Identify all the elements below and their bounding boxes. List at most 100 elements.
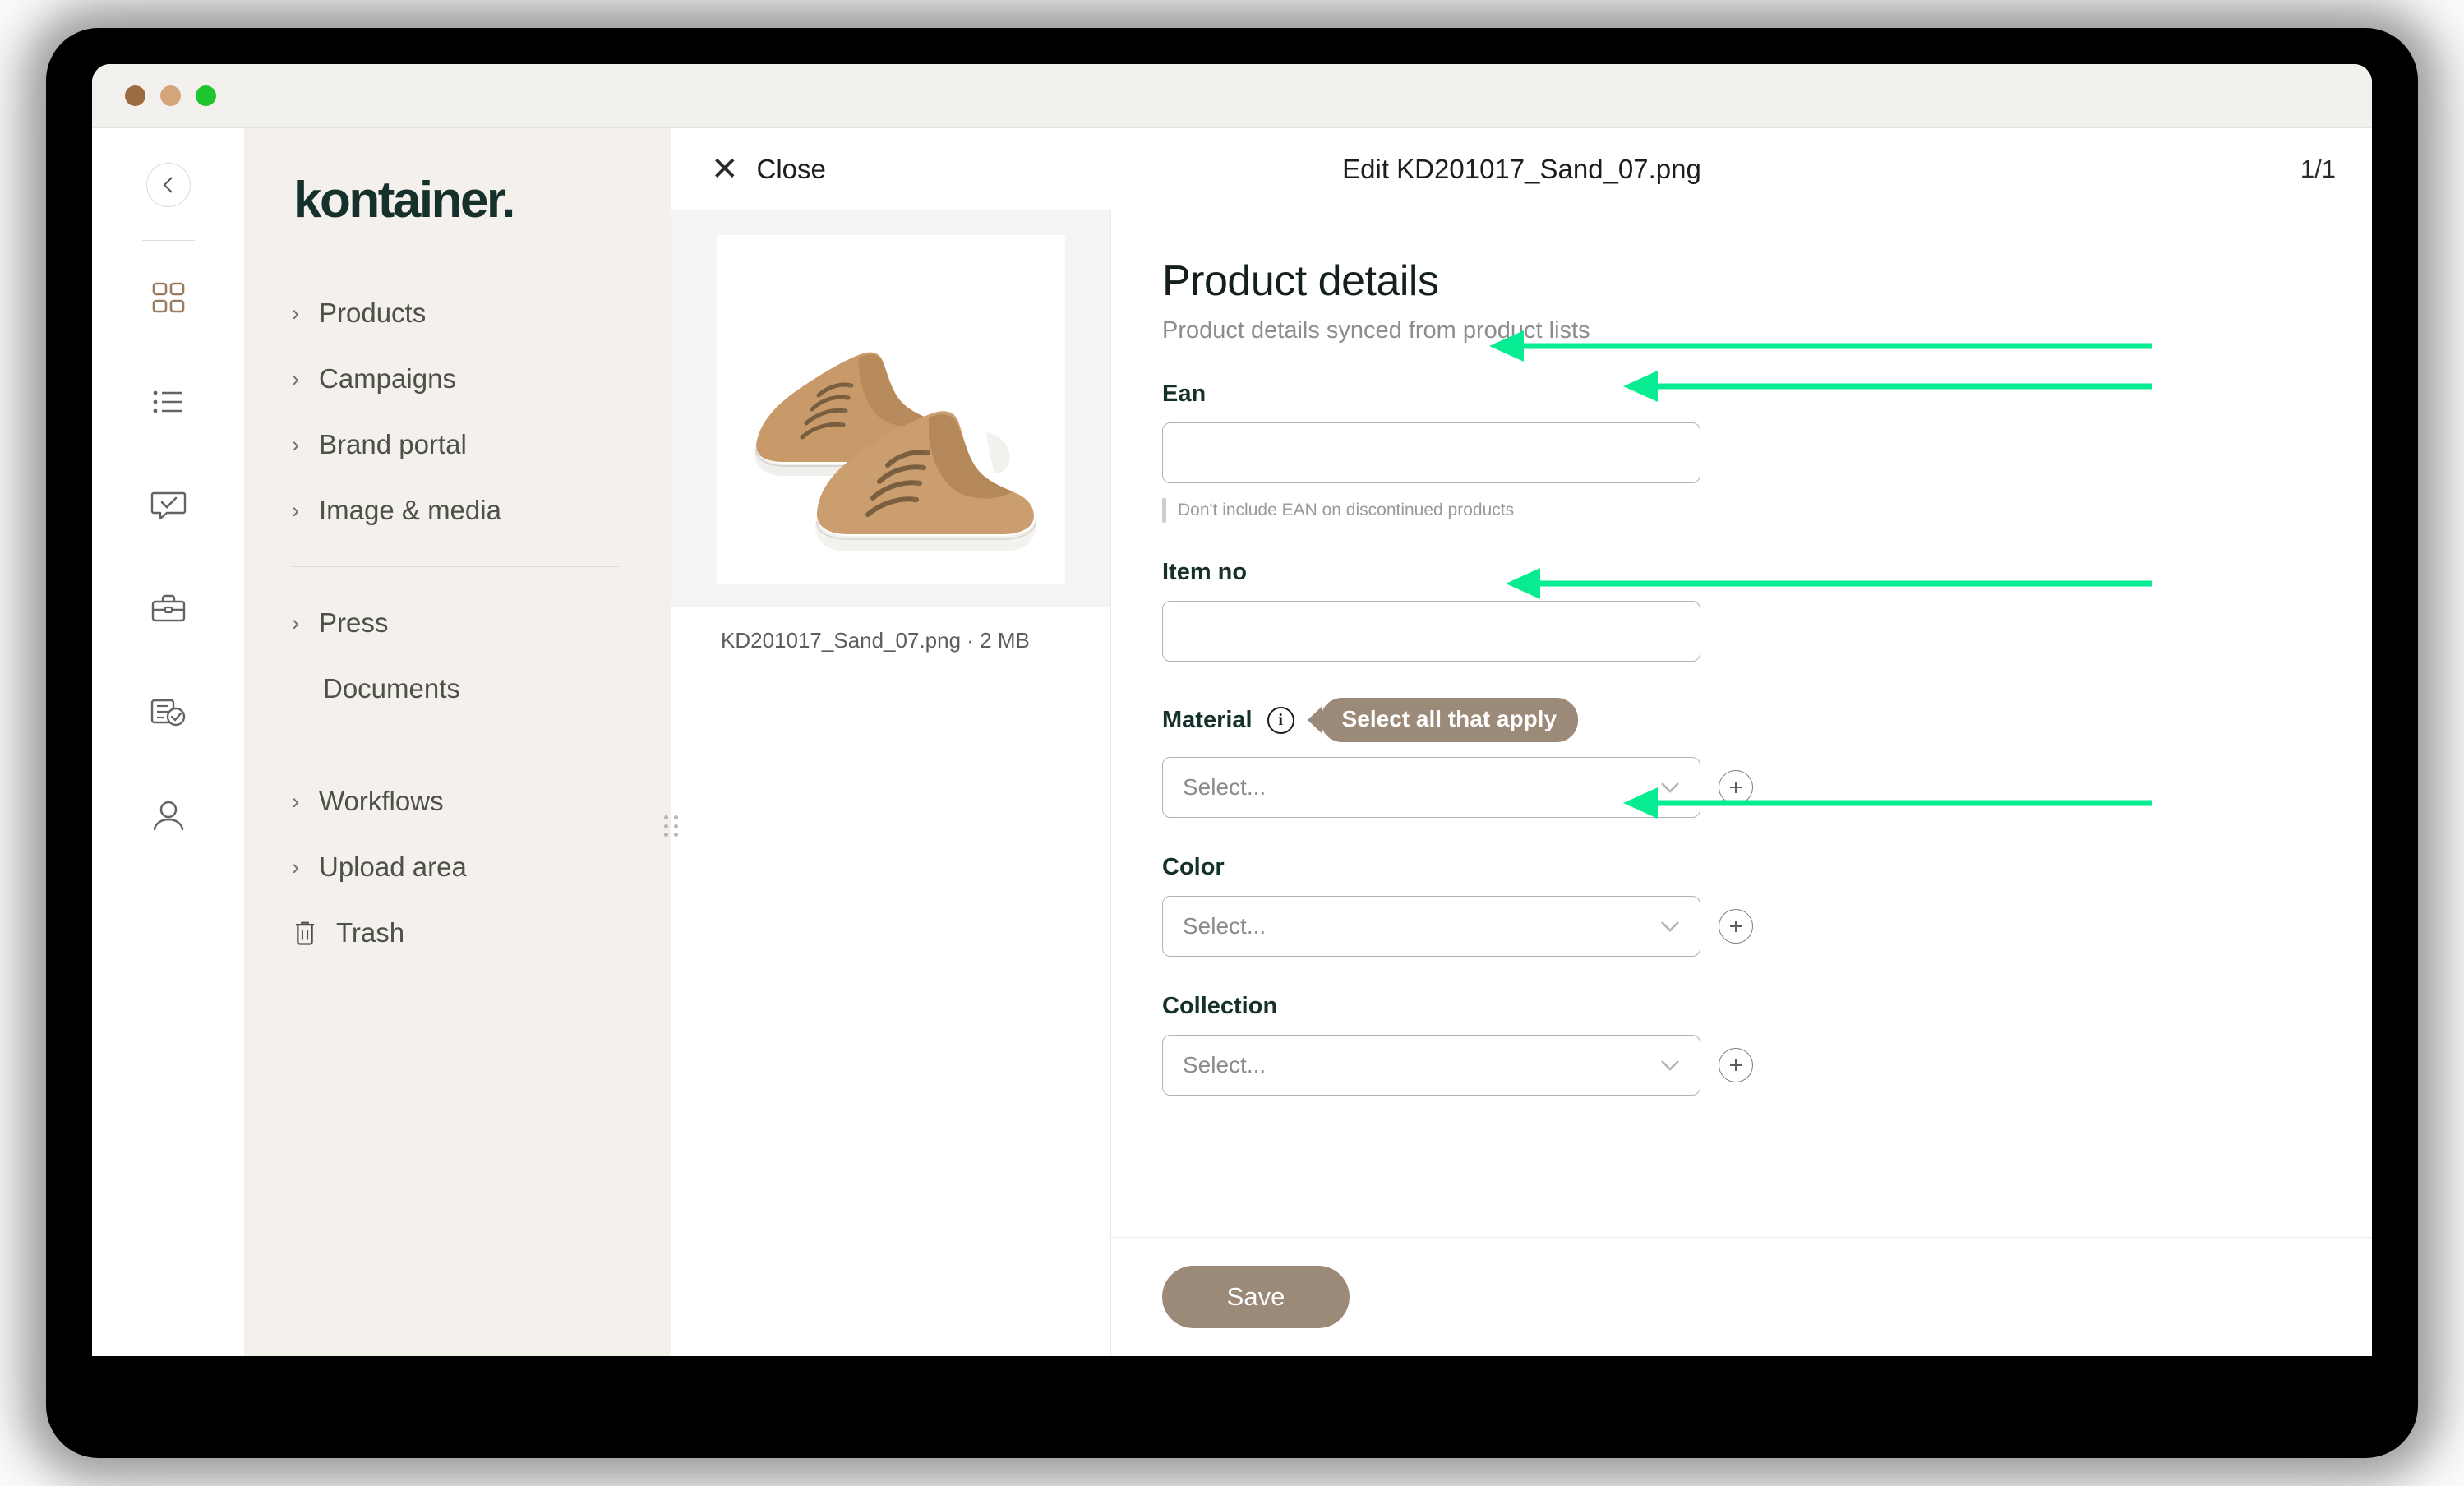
color-label: Color: [1162, 854, 1225, 880]
chevron-down-icon: [1640, 781, 1700, 794]
rail-item-approvals[interactable]: [149, 486, 188, 525]
collection-add-button[interactable]: [1719, 1048, 1753, 1082]
page-title: Edit KD201017_Sand_07.png: [1342, 153, 1701, 184]
list-icon: [153, 390, 182, 413]
material-tooltip: Select all that apply: [1320, 698, 1579, 742]
sidebar-item-brand-portal[interactable]: › Brand portal: [292, 412, 619, 478]
collection-select-row: Select...: [1162, 1035, 2372, 1096]
ean-help-text: Don't include EAN on discontinued produc…: [1178, 501, 1515, 519]
brand-logo: kontainer.: [293, 172, 515, 228]
editor-main: KD201017_Sand_07.png · 2 MB Product deta…: [671, 210, 2372, 1356]
preview-column: KD201017_Sand_07.png · 2 MB: [671, 210, 1111, 1356]
info-icon[interactable]: i: [1267, 706, 1294, 734]
rail-divider: [141, 240, 195, 241]
chevron-right-icon: ›: [292, 788, 299, 814]
color-select-placeholder: Select...: [1183, 913, 1267, 939]
collapse-sidebar-button[interactable]: [145, 163, 191, 207]
chevron-down-icon: [1640, 1059, 1700, 1072]
close-button[interactable]: ✕ Close: [711, 153, 826, 186]
collection-select-placeholder: Select...: [1183, 1052, 1267, 1078]
traffic-light-zoom[interactable]: [196, 85, 216, 106]
asset-thumbnail[interactable]: [717, 235, 1065, 584]
product-details-title: Product details: [1162, 257, 1439, 305]
sidebar-item-image-media[interactable]: › Image & media: [292, 478, 619, 543]
sidebar-divider: [292, 566, 619, 567]
collection-label: Collection: [1162, 993, 1278, 1019]
material-add-button[interactable]: [1719, 770, 1753, 805]
chevron-right-icon: ›: [292, 300, 299, 325]
rail-item-brand-portal[interactable]: [149, 589, 188, 629]
sidebar-item-label: Upload area: [319, 851, 467, 882]
briefcase-icon: [151, 594, 185, 622]
plus-icon: [1730, 782, 1742, 793]
color-select-row: Select...: [1162, 896, 2372, 957]
chat-check-icon: [150, 491, 186, 520]
browser-window: kontainer. › Products › Campaigns › Bran…: [92, 64, 2372, 1356]
sidebar-item-workflows[interactable]: › Workflows: [292, 768, 619, 834]
material-label-row: Material i Select all that apply: [1162, 698, 2372, 742]
nav-group-primary: › Products › Campaigns › Brand portal › …: [244, 280, 671, 543]
sidebar-item-label: Trash: [336, 917, 405, 948]
grid-icon: [152, 282, 184, 313]
form-scroll-area: Product details Product details synced f…: [1111, 210, 2372, 1237]
color-select[interactable]: Select...: [1162, 896, 1700, 957]
material-select-row: Select...: [1162, 757, 2372, 818]
rail-item-lists[interactable]: [149, 382, 188, 422]
chevron-right-icon: ›: [292, 854, 299, 879]
plus-icon: [1730, 1059, 1742, 1071]
sidebar-item-label: Campaigns: [319, 363, 456, 394]
rail-item-workflows[interactable]: [149, 693, 188, 732]
rail-item-account[interactable]: [149, 796, 188, 836]
sidebar-item-label: Brand portal: [319, 429, 467, 459]
ean-help-row: Don't include EAN on discontinued produc…: [1162, 498, 2372, 523]
material-select[interactable]: Select...: [1162, 757, 1700, 818]
field-collection: Collection Select...: [1162, 993, 2372, 1096]
preview-block: [671, 210, 1110, 607]
sidebar-item-campaigns[interactable]: › Campaigns: [292, 346, 619, 412]
close-button-label: Close: [756, 153, 826, 184]
product-details-subtitle: Product details synced from product list…: [1162, 317, 1590, 344]
rail-item-dashboard[interactable]: [149, 279, 188, 318]
plus-icon: [1730, 921, 1742, 932]
save-bar: Save: [1111, 1237, 2372, 1356]
sidebar-resize-grip[interactable]: [664, 815, 679, 838]
sidebar-item-press[interactable]: › Press: [292, 590, 619, 656]
chevron-right-icon: ›: [292, 497, 299, 523]
window-titlebar: [92, 64, 2372, 128]
icon-rail: [92, 128, 244, 1356]
field-ean: Ean Don't include EAN on discontinued pr…: [1162, 381, 2372, 523]
sidebar-item-upload-area[interactable]: › Upload area: [292, 834, 619, 900]
material-label: Material: [1162, 706, 1253, 733]
chevron-down-icon: [1640, 920, 1700, 933]
trash-icon: [295, 921, 315, 945]
field-color: Color Select...: [1162, 854, 2372, 957]
traffic-light-close[interactable]: [125, 85, 145, 106]
sidebar-item-products[interactable]: › Products: [292, 280, 619, 346]
form-column: Product details Product details synced f…: [1111, 210, 2372, 1356]
window-body: kontainer. › Products › Campaigns › Bran…: [92, 128, 2372, 1356]
editor-toolbar: ✕ Close Edit KD201017_Sand_07.png 1/1: [671, 128, 2372, 210]
user-icon: [153, 801, 183, 831]
page-counter: 1/1: [2300, 154, 2336, 183]
sidebar-item-trash[interactable]: Trash: [292, 900, 619, 966]
item-no-input[interactable]: [1162, 601, 1700, 662]
close-icon: ✕: [711, 150, 739, 187]
material-select-placeholder: Select...: [1183, 774, 1267, 800]
ean-label: Ean: [1162, 381, 1207, 407]
color-add-button[interactable]: [1719, 909, 1753, 944]
ean-input[interactable]: [1162, 422, 1700, 483]
collection-select[interactable]: Select...: [1162, 1035, 1700, 1096]
nav-group-tertiary: › Workflows › Upload area Trash: [244, 768, 671, 966]
nav-sidebar: kontainer. › Products › Campaigns › Bran…: [244, 128, 678, 1356]
help-accent-bar: [1162, 498, 1166, 523]
sidebar-item-documents[interactable]: Documents: [292, 656, 619, 722]
sneakers-image: [727, 245, 1055, 574]
sidebar-item-label: Workflows: [319, 786, 444, 816]
chevron-left-icon: [163, 177, 173, 193]
save-button[interactable]: Save: [1162, 1266, 1350, 1328]
traffic-light-minimize[interactable]: [160, 85, 181, 106]
rail-icon-list: [149, 279, 188, 836]
asset-caption: KD201017_Sand_07.png · 2 MB: [721, 628, 1030, 653]
editor-pane: ✕ Close Edit KD201017_Sand_07.png 1/1 KD…: [671, 128, 2372, 1356]
chevron-right-icon: ›: [292, 610, 299, 635]
